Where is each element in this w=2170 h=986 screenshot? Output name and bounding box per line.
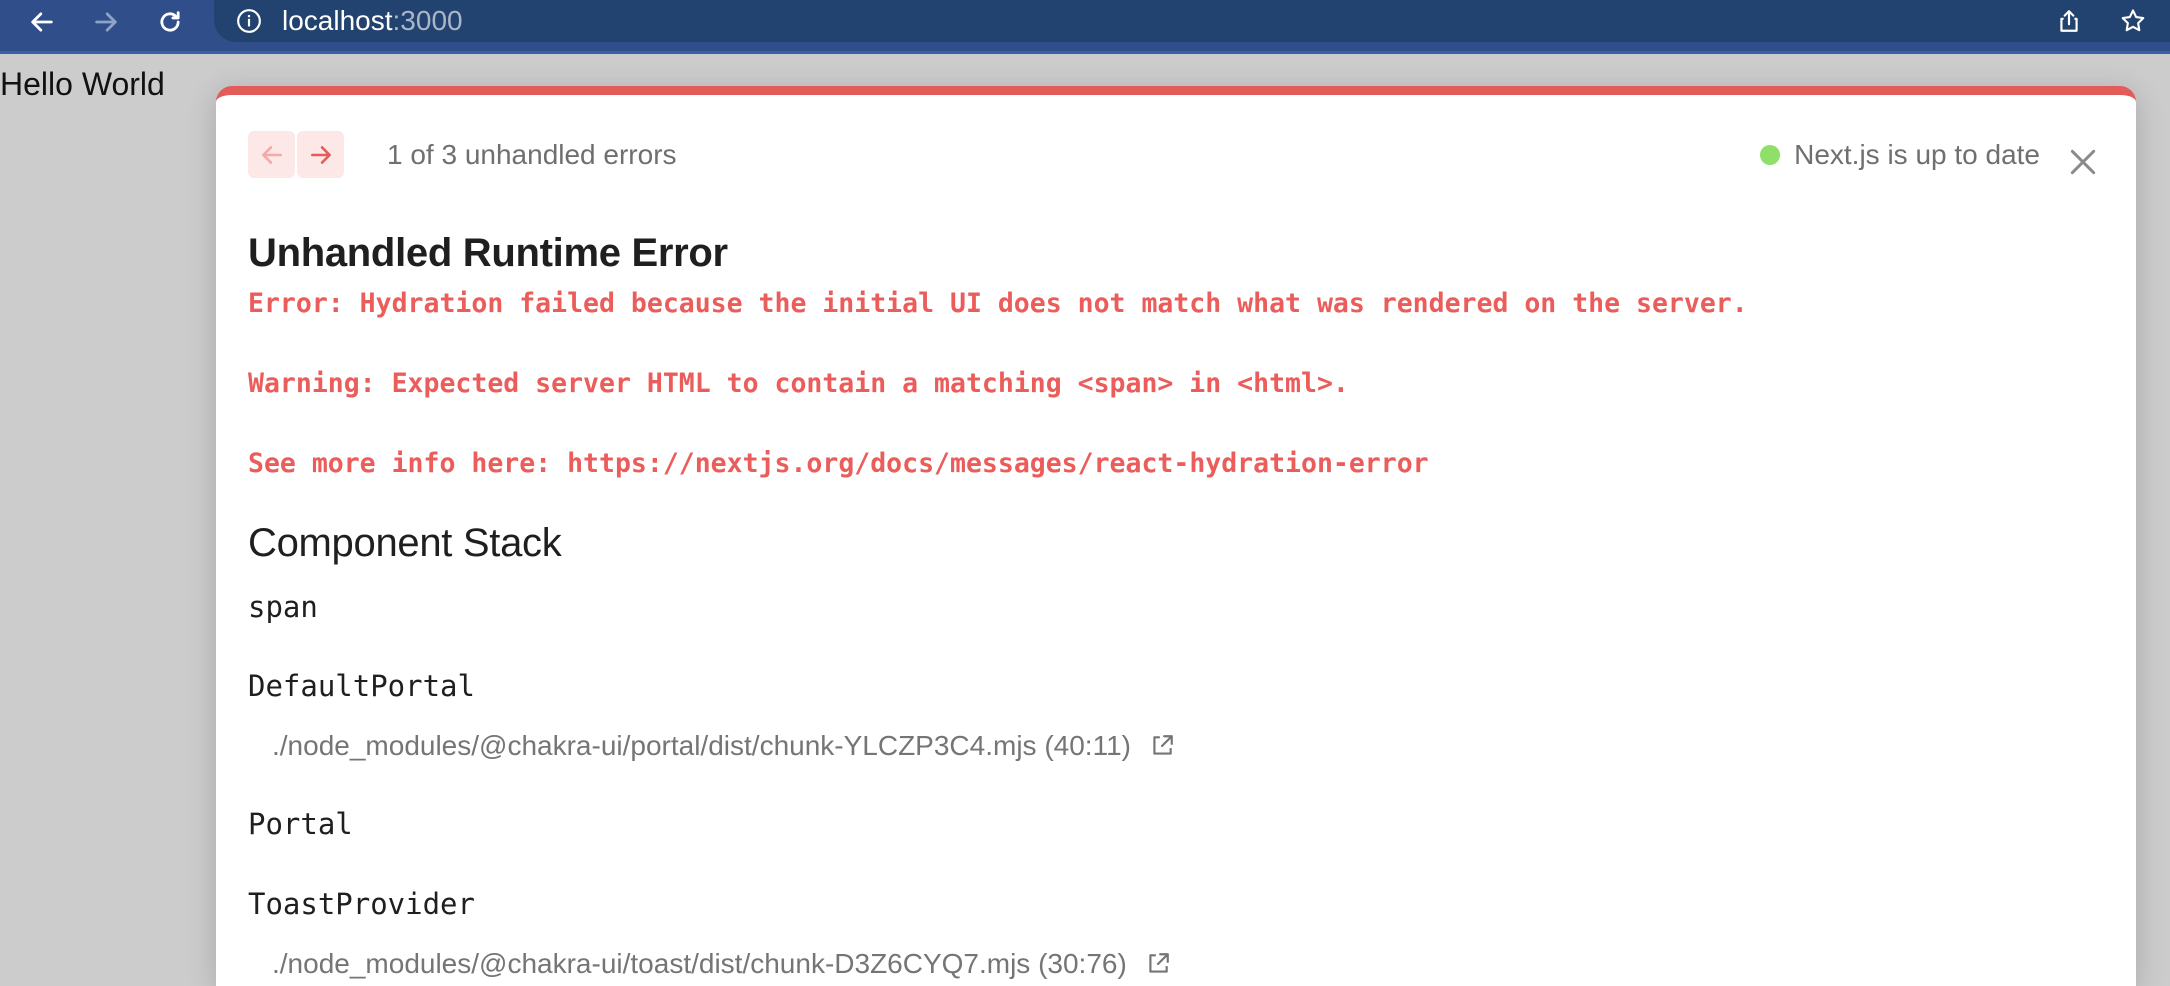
address-bar[interactable]: localhost:3000 [214, 0, 2170, 42]
stack-frame-file-link[interactable]: ./node_modules/@chakra-ui/portal/dist/ch… [272, 729, 1175, 763]
back-button[interactable] [22, 2, 62, 42]
url-port: :3000 [392, 5, 463, 36]
external-link-icon [1149, 733, 1175, 759]
star-icon [2121, 9, 2145, 32]
share-icon [2060, 10, 2078, 32]
info-icon[interactable] [236, 8, 262, 34]
error-title: Unhandled Runtime Error [248, 231, 728, 275]
stack-frame-name: span [248, 590, 318, 624]
forward-button[interactable] [86, 2, 126, 42]
url-host: localhost [282, 5, 393, 36]
stack-frame-file-link[interactable]: ./node_modules/@chakra-ui/toast/dist/chu… [272, 947, 1171, 981]
arrow-right-icon [95, 12, 117, 32]
error-count-label: 1 of 3 unhandled errors [387, 139, 677, 170]
error-pager [248, 131, 344, 178]
arrow-left-icon [31, 12, 53, 32]
reload-button[interactable] [150, 2, 190, 42]
stack-frame-file: ./node_modules/@chakra-ui/portal/dist/ch… [272, 730, 1131, 761]
url-text[interactable]: localhost:3000 [282, 5, 463, 37]
status-dot-icon [1760, 145, 1781, 165]
stack-frame-name: Portal [248, 807, 353, 841]
stack-frame-name: DefaultPortal [248, 669, 475, 703]
close-icon [2070, 149, 2096, 175]
warning-message: Warning: Expected server HTML to contain… [248, 368, 1349, 399]
error-message: Error: Hydration failed because the init… [248, 288, 1748, 319]
close-button[interactable] [2066, 145, 2100, 179]
stack-frame-name: ToastProvider [248, 887, 475, 921]
docs-link[interactable]: https://nextjs.org/docs/messages/react-h… [567, 448, 1429, 479]
share-button[interactable] [2052, 4, 2086, 38]
arrow-right-icon [310, 145, 331, 164]
nextjs-version-status: Next.js is up to date [1760, 139, 2040, 171]
bookmark-button[interactable] [2116, 4, 2150, 38]
arrow-left-icon [261, 145, 282, 164]
previous-error-button[interactable] [248, 131, 295, 178]
browser-toolbar: localhost:3000 [0, 0, 2170, 54]
status-text: Next.js is up to date [1794, 139, 2040, 170]
stack-frame-file: ./node_modules/@chakra-ui/toast/dist/chu… [272, 948, 1127, 979]
more-info-line: See more info here: https://nextjs.org/d… [248, 448, 1429, 480]
next-error-button[interactable] [297, 131, 344, 178]
error-overlay-dialog: 1 of 3 unhandled errors Next.js is up to… [216, 86, 2136, 986]
hello-world-text: Hello World [0, 66, 165, 102]
component-stack-title: Component Stack [248, 521, 562, 565]
external-link-icon [1145, 951, 1171, 977]
reload-icon [160, 11, 180, 32]
more-info-prefix: See more info here: [248, 448, 568, 479]
